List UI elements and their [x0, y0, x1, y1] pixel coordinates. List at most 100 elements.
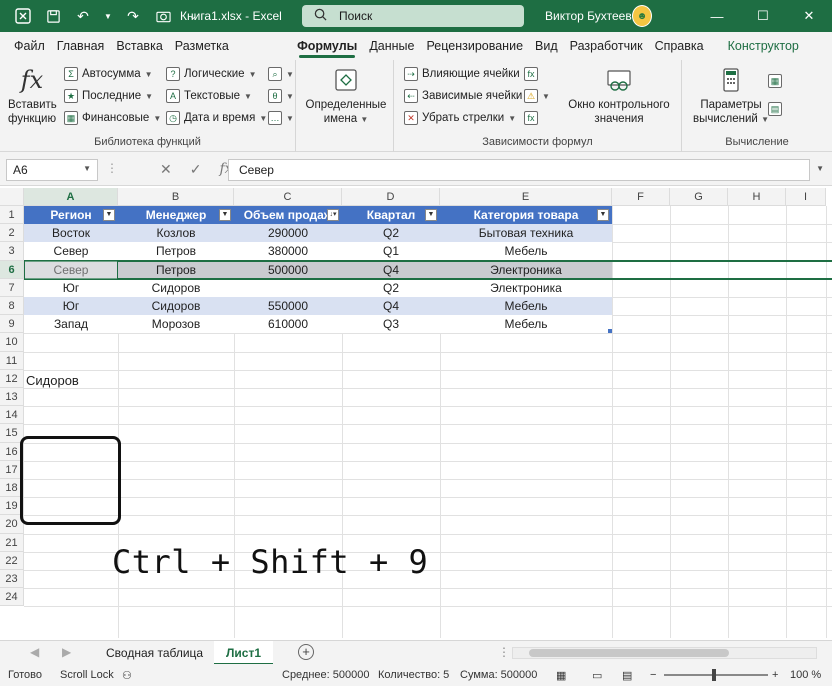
row-header-2[interactable]: 2	[0, 224, 24, 243]
row-header-13[interactable]: 13	[0, 388, 24, 407]
sheet-tab-list1[interactable]: Лист1	[214, 641, 274, 665]
datetime-button[interactable]: ◷ Дата и время ▼	[166, 109, 267, 127]
column-header-C[interactable]: C	[234, 188, 342, 206]
table-cell[interactable]: Q3	[342, 315, 440, 333]
filter-icon[interactable]: ▼	[219, 209, 231, 221]
financial-button[interactable]: ▦ Финансовые ▼	[64, 109, 161, 127]
row-header-12[interactable]: 12	[0, 369, 24, 388]
table-cell[interactable]: Запад	[24, 315, 118, 333]
scroll-left-icon[interactable]: ◀	[30, 645, 39, 659]
recent-button[interactable]: ★ Последние ▼	[64, 87, 153, 105]
remove-arrows-button[interactable]: ✕ Убрать стрелки ▼	[404, 109, 516, 127]
filter-icon[interactable]: ▼	[597, 209, 609, 221]
sort-filter-icon[interactable]: ↓▾	[327, 209, 339, 221]
table-cell[interactable]: Север	[24, 242, 118, 260]
insert-function-button[interactable]: fx Вставить функцию	[8, 66, 57, 126]
tab-5[interactable]: Данные	[363, 32, 420, 60]
table-cell[interactable]: 380000	[234, 242, 342, 260]
page-break-icon[interactable]: ▤	[622, 669, 632, 682]
sheet-tab-pivot[interactable]: Сводная таблица	[94, 641, 215, 665]
tab-4[interactable]: Формулы	[291, 32, 363, 60]
zoom-slider[interactable]	[664, 669, 768, 681]
evaluate-formula-button[interactable]: fx	[524, 109, 538, 127]
row-header-1[interactable]: 1	[0, 206, 24, 225]
row-header-24[interactable]: 24	[0, 588, 24, 607]
worksheet-grid[interactable]: A B C D E F G H I 1 2 3 6 7 8 9 10 11 12 13 14 15 16 17 18 19 20 21…	[0, 188, 832, 638]
avatar[interactable]: ☻	[632, 5, 652, 27]
tab-6[interactable]: Рецензирование	[421, 32, 530, 60]
table-cell[interactable]: 610000	[234, 315, 342, 333]
table-cell[interactable]: Q2	[342, 224, 440, 242]
scrollbar-thumb[interactable]	[529, 649, 729, 657]
row-header-14[interactable]: 14	[0, 406, 24, 425]
tab-7[interactable]: Вид	[529, 32, 564, 60]
zoom-level[interactable]: 100 %	[790, 669, 821, 681]
scroll-right-icon[interactable]: ▶	[62, 645, 71, 659]
save-icon[interactable]	[44, 7, 62, 25]
table-cell[interactable]: Мебель	[440, 315, 612, 333]
table-cell[interactable]: Q4	[342, 297, 440, 315]
table-cell[interactable]: 290000	[234, 224, 342, 242]
table-cell[interactable]: Сидоров	[118, 279, 234, 297]
column-header-B[interactable]: B	[118, 188, 234, 206]
calculate-now-button[interactable]: ▦	[768, 72, 782, 90]
row-header-8[interactable]: 8	[0, 297, 24, 316]
table-cell[interactable]	[234, 279, 342, 297]
calculation-options-button[interactable]: Параметры вычислений ▼	[688, 66, 774, 127]
tab-3[interactable]: Разметка страницы	[169, 32, 291, 81]
watch-window-button[interactable]: Окно контрольного значения	[564, 66, 674, 126]
table-cell[interactable]: Восток	[24, 224, 118, 242]
add-sheet-icon[interactable]: +	[298, 644, 314, 660]
text-button[interactable]: A Текстовые ▼	[166, 87, 252, 105]
filter-icon[interactable]: ▼	[425, 209, 437, 221]
table-cell[interactable]: Q1	[342, 242, 440, 260]
formula-input[interactable]: Север	[228, 159, 810, 181]
column-header-G[interactable]: G	[670, 188, 728, 206]
table-cell[interactable]: Q2	[342, 279, 440, 297]
row-header-9[interactable]: 9	[0, 315, 24, 334]
select-all-corner[interactable]	[0, 188, 24, 206]
row-header-7[interactable]: 7	[0, 278, 24, 297]
defined-names-button[interactable]: Определенные имена ▼	[304, 66, 388, 127]
zoom-in-icon[interactable]: +	[772, 669, 778, 681]
tab-9[interactable]: Справка	[649, 32, 710, 60]
maximize-icon[interactable]: ☐	[740, 0, 786, 32]
minimize-icon[interactable]: —	[694, 0, 740, 32]
tab-0[interactable]: Файл	[0, 32, 51, 60]
row-header-10[interactable]: 10	[0, 333, 24, 352]
name-box[interactable]: A6 ▼	[6, 159, 98, 181]
normal-view-icon[interactable]: ▦	[556, 669, 566, 682]
table-cell[interactable]: Морозов	[118, 315, 234, 333]
chevron-down-icon[interactable]: ▼	[104, 7, 112, 25]
enter-icon[interactable]: ✓	[190, 161, 202, 178]
table-cell[interactable]: Юг	[24, 279, 118, 297]
close-icon[interactable]: ✕	[786, 0, 832, 32]
tab-8[interactable]: Разработчик	[564, 32, 649, 60]
trace-dependents-button[interactable]: ⇠ Зависимые ячейки	[404, 87, 522, 105]
more-functions-button[interactable]: … ▼	[268, 109, 294, 127]
column-header-H[interactable]: H	[728, 188, 786, 206]
excel-logo-icon[interactable]	[14, 7, 32, 25]
column-header-I[interactable]: I	[786, 188, 826, 206]
cell-a12[interactable]: Сидоров	[26, 372, 136, 390]
row-header-6[interactable]: 6	[0, 260, 24, 279]
table-cell[interactable]: Мебель	[440, 297, 612, 315]
active-cell[interactable]	[24, 259, 118, 280]
logical-button[interactable]: ? Логические ▼	[166, 65, 256, 83]
table-resize-handle[interactable]	[608, 329, 612, 334]
undo-icon[interactable]: ↶	[74, 7, 92, 25]
table-cell[interactable]: Козлов	[118, 224, 234, 242]
table-cell[interactable]: Юг	[24, 297, 118, 315]
user-name[interactable]: Виктор Бухтеев	[545, 9, 632, 23]
lookup-button[interactable]: ⌕ ▼	[268, 65, 294, 83]
page-layout-icon[interactable]: ▭	[592, 669, 602, 682]
table-cell[interactable]: Сидоров	[118, 297, 234, 315]
trace-precedents-button[interactable]: ⇢ Влияющие ячейки	[404, 65, 520, 83]
row-header-23[interactable]: 23	[0, 570, 24, 589]
horizontal-scrollbar[interactable]	[512, 647, 817, 659]
redo-icon[interactable]: ↷	[124, 7, 142, 25]
search-box[interactable]: Поиск	[302, 5, 524, 27]
row-header-21[interactable]: 21	[0, 533, 24, 552]
math-button[interactable]: θ ▼	[268, 87, 294, 105]
filter-icon[interactable]: ▼	[103, 209, 115, 221]
